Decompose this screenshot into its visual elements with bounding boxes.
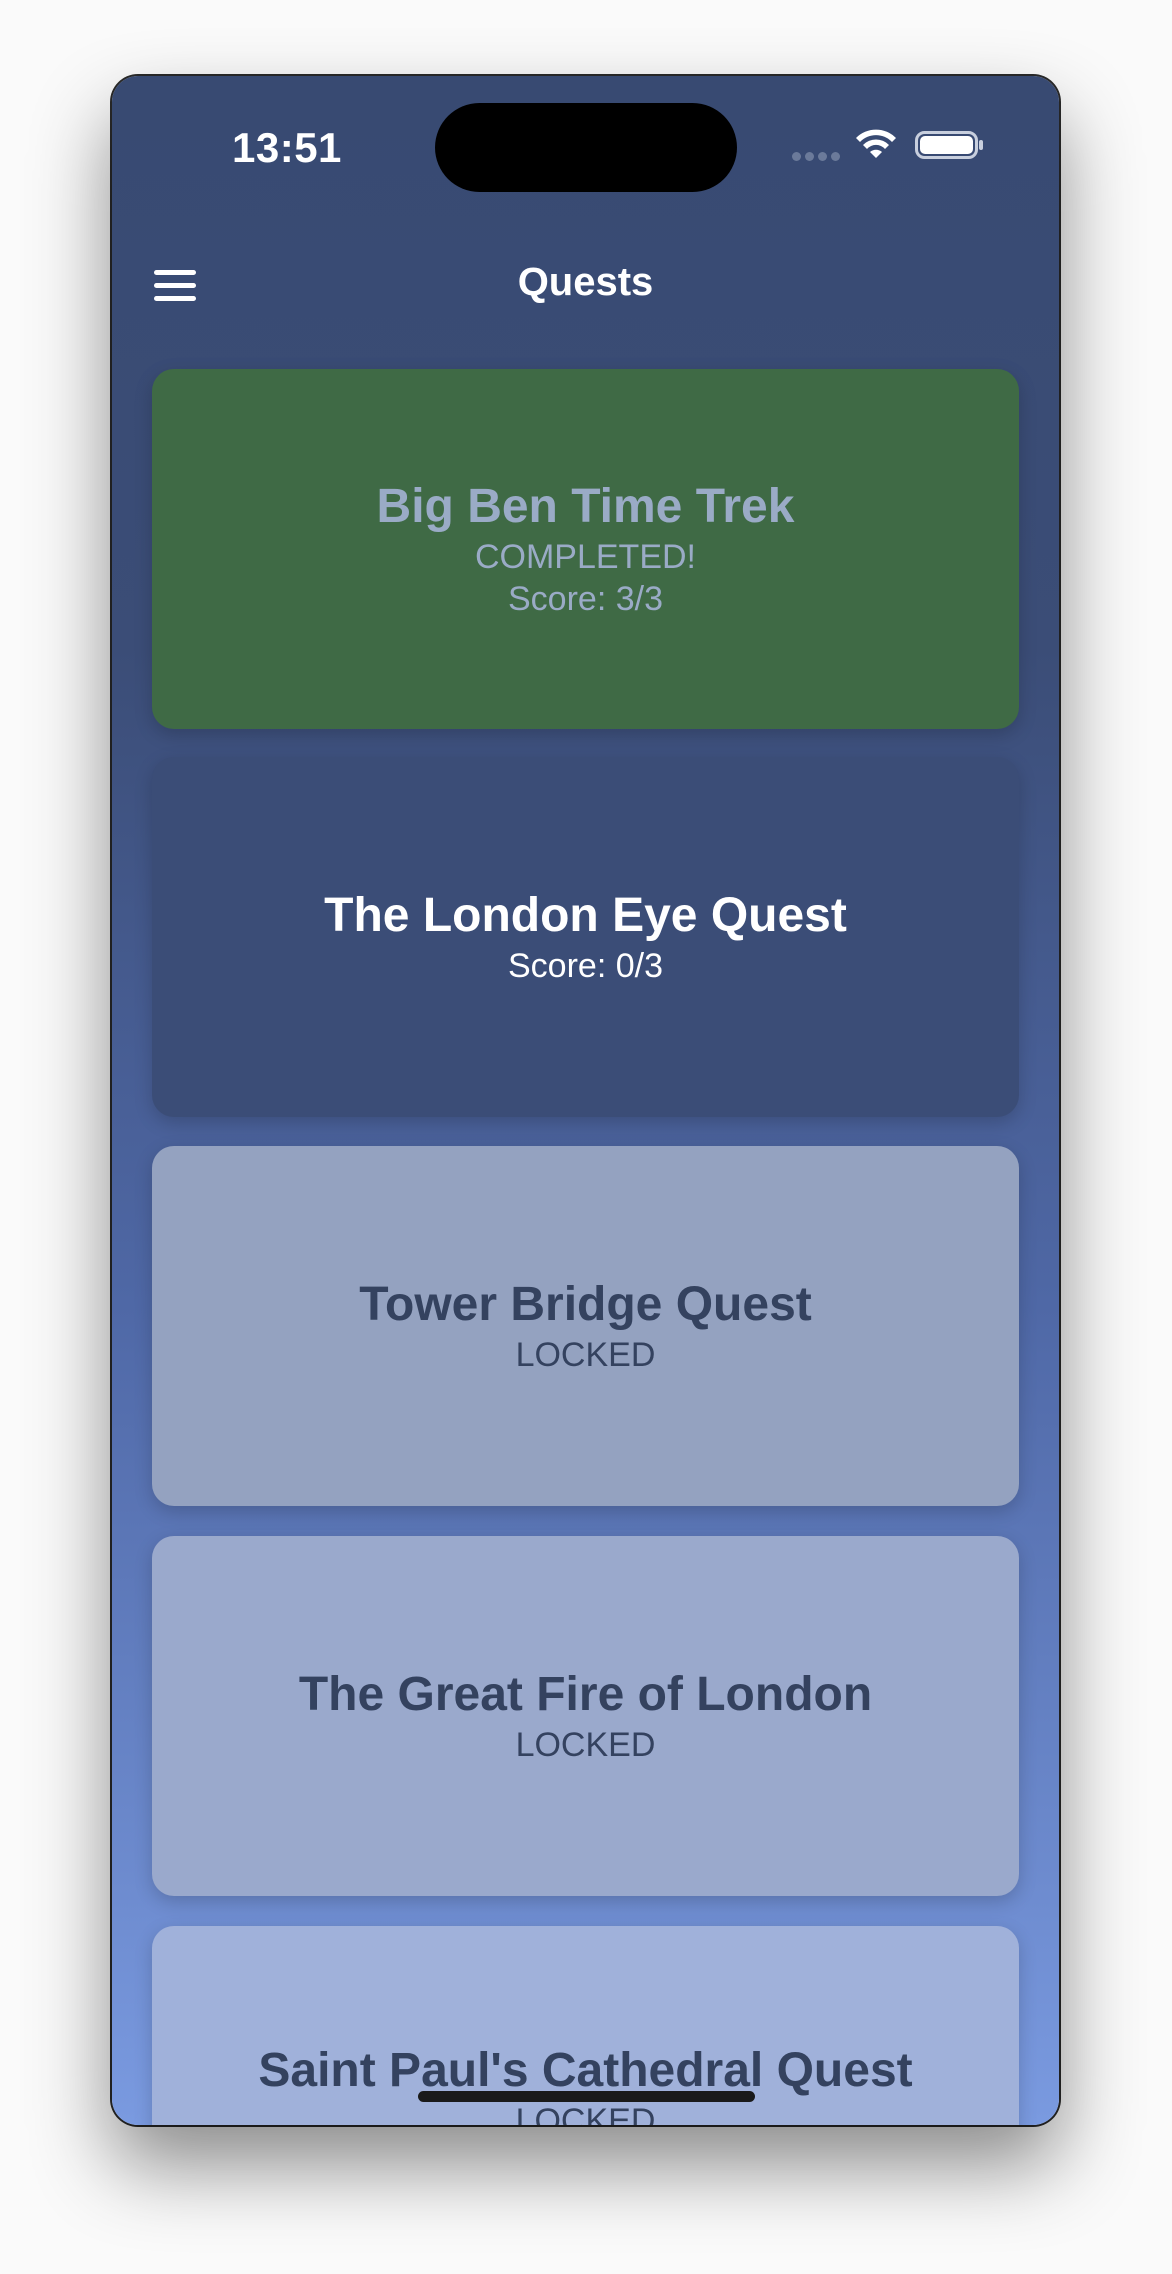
navigation-bar: Quests — [112, 246, 1059, 326]
home-indicator[interactable] — [418, 2091, 755, 2102]
quest-title: The Great Fire of London — [298, 1668, 873, 1721]
battery-icon — [915, 131, 983, 159]
quest-card-tower-bridge[interactable]: Tower Bridge Quest LOCKED — [152, 1146, 1019, 1506]
cellular-signal-icon — [792, 152, 840, 162]
wifi-icon — [856, 129, 896, 158]
quest-card-big-ben[interactable]: Big Ben Time Trek COMPLETED! Score: 3/3 — [152, 369, 1019, 729]
quest-status: LOCKED — [515, 1726, 656, 1764]
status-bar: 13:51 — [112, 76, 1059, 216]
quest-title: Big Ben Time Trek — [376, 480, 795, 533]
phone-screen: 13:51 Quests Big Ben Time Trek COMPLETED… — [112, 76, 1059, 2125]
dynamic-island — [435, 103, 737, 192]
quest-card-london-eye[interactable]: The London Eye Quest Score: 0/3 — [152, 757, 1019, 1117]
quest-title: The London Eye Quest — [324, 889, 847, 942]
quest-status: LOCKED — [515, 2102, 656, 2125]
quest-title: Tower Bridge Quest — [359, 1278, 812, 1331]
quest-status: COMPLETED! — [474, 538, 697, 576]
quest-card-great-fire[interactable]: The Great Fire of London LOCKED — [152, 1536, 1019, 1896]
status-time: 13:51 — [232, 124, 342, 171]
page: 13:51 Quests Big Ben Time Trek COMPLETED… — [0, 0, 1172, 2274]
quest-score: Score: 0/3 — [508, 947, 663, 985]
page-title: Quests — [517, 260, 654, 304]
quest-status: LOCKED — [515, 1336, 656, 1374]
quest-score: Score: 3/3 — [508, 580, 663, 618]
